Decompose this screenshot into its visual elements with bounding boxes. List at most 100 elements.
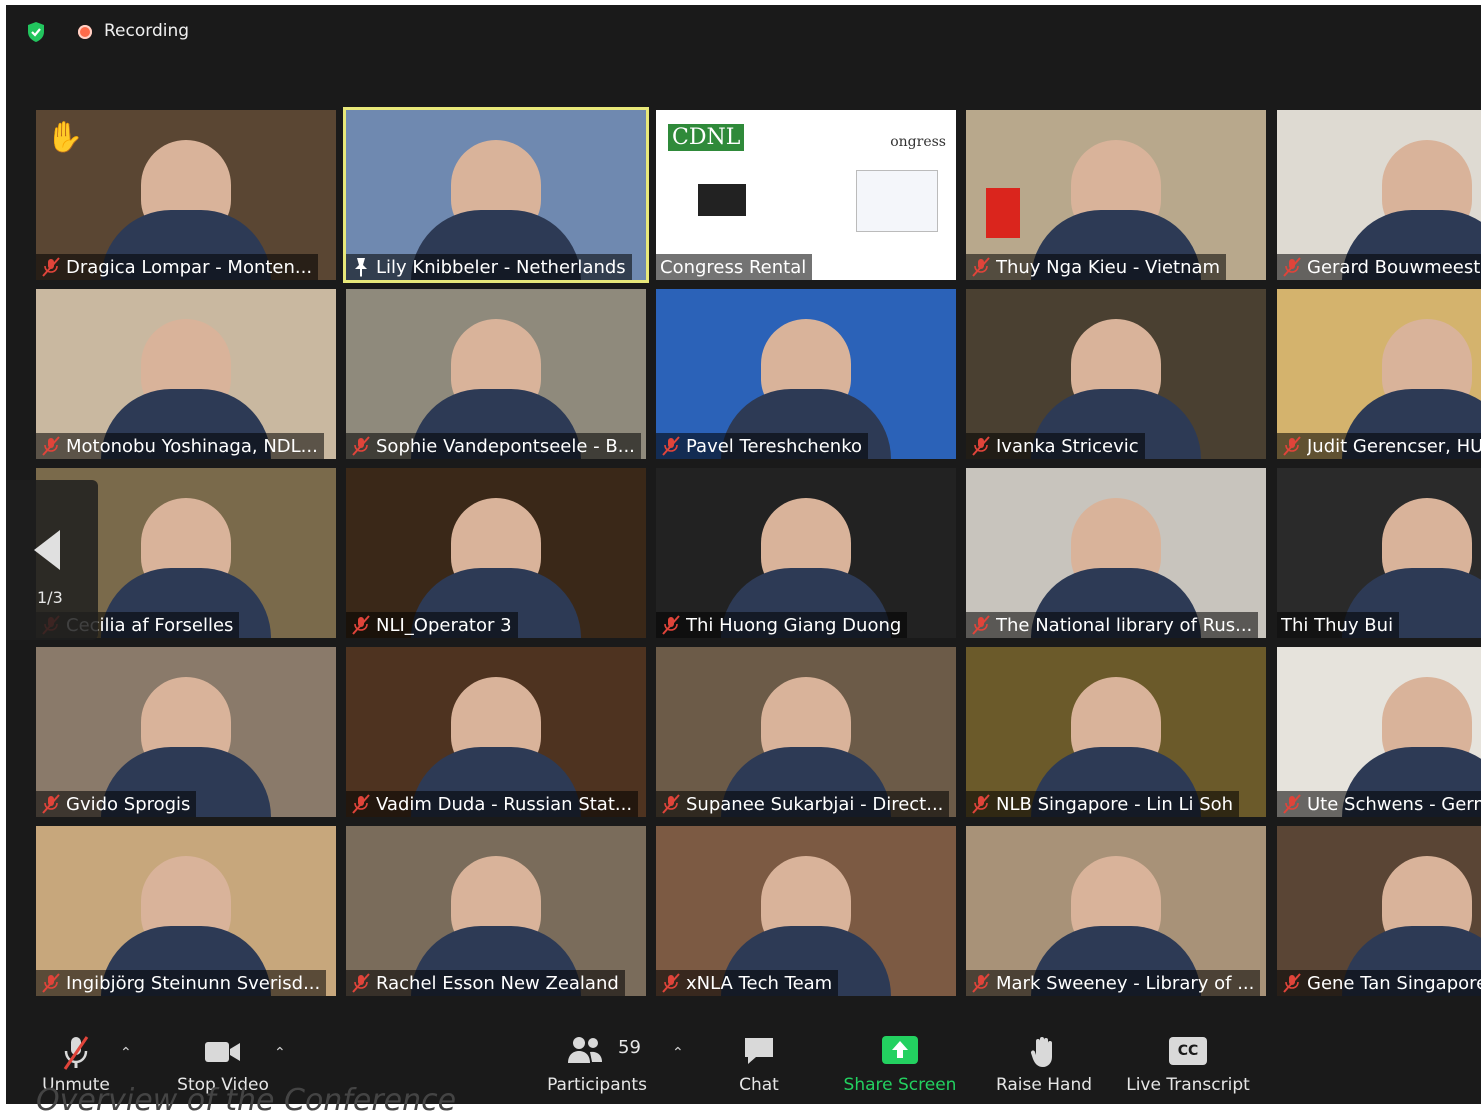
participant-name: Thuy Nga Kieu - Vietnam [996,256,1221,278]
participant-name-bar: Ingibjörg Steinunn Sverisd... [36,970,327,996]
microphone-muted-icon [970,614,992,636]
participant-name-bar: Motonobu Yoshinaga, NDL... [36,433,324,459]
participant-name-bar: Judit Gerencser, HU [1277,433,1481,459]
video-options-caret-icon[interactable]: ⌃ [274,1045,286,1061]
participant-name: Pavel Tereshchenko [686,435,862,457]
participant-tile[interactable]: Ingibjörg Steinunn Sverisd... [36,826,336,996]
microphone-muted-icon [40,793,62,815]
participant-name-bar: Thuy Nga Kieu - Vietnam [966,254,1227,280]
participant-tile[interactable]: Gvido Sprogis [36,647,336,817]
participant-name-bar: Thi Thuy Bui [1277,612,1400,638]
participants-count: 59 [618,1037,641,1058]
participant-name: Gvido Sprogis [66,793,191,815]
participant-name-bar: Gene Tan Singapore [1277,970,1481,996]
participants-options-caret-icon[interactable]: ⌃ [672,1045,684,1061]
microphone-muted-icon [350,972,372,994]
participant-tile[interactable]: Judit Gerencser, HU [1277,289,1481,459]
participant-tile[interactable]: CDNL ongress Congress Rental [656,110,956,280]
participants-icon [568,1037,602,1063]
participant-tile[interactable]: NLB Singapore - Lin Li Soh [966,647,1266,817]
participant-name: NLI_Operator 3 [376,614,512,636]
microphone-muted-icon [970,793,992,815]
participant-tile[interactable]: Sophie Vandepontseele - B... [346,289,646,459]
raised-hand-icon: ✋ [46,120,84,155]
participant-name-bar: Supanee Sukarbjai - Direct... [656,791,950,817]
participants-button[interactable]: 59 Participants [542,1025,652,1104]
participant-tile[interactable]: Pavel Tereshchenko [656,289,956,459]
share-screen-label: Share Screen [843,1075,957,1095]
slide-screenshot [698,184,746,216]
participant-name: Thi Huong Giang Duong [686,614,902,636]
participant-name-bar: xNLA Tech Team [656,970,839,996]
participant-name: xNLA Tech Team [686,972,833,994]
participant-name: Ivanka Stricevic [996,435,1139,457]
video-camera-icon [205,1042,240,1062]
microphone-muted-icon [970,256,992,278]
image-caption: Overview of the Conference [36,1083,457,1118]
cdnl-logo: CDNL [668,124,745,151]
live-transcript-label: Live Transcript [1126,1075,1250,1095]
participant-name: Ute Schwens - Germany [1307,793,1481,815]
microphone-muted-icon [1281,793,1303,815]
participant-name: Ingibjörg Steinunn Sverisd... [66,972,321,994]
participant-tile[interactable]: Gene Tan Singapore [1277,826,1481,996]
participant-tile[interactable]: Gerard Bouwmeester [1277,110,1481,280]
participant-tile[interactable]: Ute Schwens - Germany [1277,647,1481,817]
participant-name-bar: The National library of Rus... [966,612,1259,638]
previous-page-button[interactable]: 1/3 [6,480,98,640]
participant-name-bar: Ivanka Stricevic [966,433,1145,459]
raise-hand-icon [1030,1037,1052,1067]
microphone-muted-icon [970,435,992,457]
participant-tile[interactable]: Motonobu Yoshinaga, NDL... [36,289,336,459]
participant-name: Sophie Vandepontseele - B... [376,435,635,457]
participant-name-bar: Dragica Lompar - Monten... [36,254,319,280]
pin-icon [350,256,372,278]
participant-tile[interactable]: Thi Thuy Bui [1277,468,1481,638]
microphone-muted-icon [40,972,62,994]
participant-tile[interactable]: Mark Sweeney - Library of ... [966,826,1266,996]
participant-name-bar: Ute Schwens - Germany [1277,791,1481,817]
participant-name-bar: Gerard Bouwmeester [1277,254,1481,280]
participants-label: Participants [547,1075,647,1095]
participant-tile[interactable]: Lily Knibbeler - Netherlands [343,107,649,283]
chat-button[interactable]: Chat [726,1025,792,1104]
closed-caption-icon: CC [1169,1037,1207,1065]
participant-tile[interactable]: Ivanka Stricevic [966,289,1266,459]
chat-bubble-icon [745,1038,773,1064]
chevron-left-icon [34,530,60,570]
participant-tile[interactable]: Thi Huong Giang Duong [656,468,956,638]
participant-name: Supanee Sukarbjai - Direct... [686,793,944,815]
participant-tile[interactable]: xNLA Tech Team [656,826,956,996]
microphone-muted-icon [40,256,62,278]
share-screen-button[interactable]: Share Screen [840,1025,960,1104]
participant-tile[interactable]: Vadim Duda - Russian Stat... [346,647,646,817]
participant-name: Mark Sweeney - Library of ... [996,972,1255,994]
participant-tile[interactable]: The National library of Rus... [966,468,1266,638]
participant-tile[interactable]: Thuy Nga Kieu - Vietnam [966,110,1266,280]
live-transcript-button[interactable]: CC Live Transcript [1124,1025,1252,1104]
participant-name: NLB Singapore - Lin Li Soh [996,793,1234,815]
video-grid: ✋ Dragica Lompar - Monten... Lily Knibbele… [6,5,1481,1104]
participant-name-bar: NLI_Operator 3 [346,612,518,638]
participant-tile[interactable]: Rachel Esson New Zealand [346,826,646,996]
participant-name: Gene Tan Singapore [1307,972,1481,994]
participant-name-bar: Lily Knibbeler - Netherlands [346,254,632,280]
participant-tile[interactable]: Supanee Sukarbjai - Direct... [656,647,956,817]
participant-name-bar: Sophie Vandepontseele - B... [346,433,641,459]
raise-hand-label: Raise Hand [995,1075,1093,1095]
participant-name-bar: Gvido Sprogis [36,791,197,817]
microphone-muted-icon [40,435,62,457]
microphone-muted-icon [63,1036,89,1070]
raise-hand-button[interactable]: Raise Hand [992,1025,1096,1104]
participant-name-bar: Pavel Tereshchenko [656,433,868,459]
microphone-muted-icon [660,972,682,994]
microphone-muted-icon [970,972,992,994]
audio-options-caret-icon[interactable]: ⌃ [120,1045,132,1061]
slide-panel [856,170,938,232]
participant-tile[interactable]: ✋ Dragica Lompar - Monten... [36,110,336,280]
participant-name: Vadim Duda - Russian Stat... [376,793,633,815]
participant-tile[interactable]: NLI_Operator 3 [346,468,646,638]
participant-name: Thi Thuy Bui [1281,614,1394,636]
participant-name-bar: Congress Rental [656,254,813,280]
participant-name: Gerard Bouwmeester [1307,256,1481,278]
